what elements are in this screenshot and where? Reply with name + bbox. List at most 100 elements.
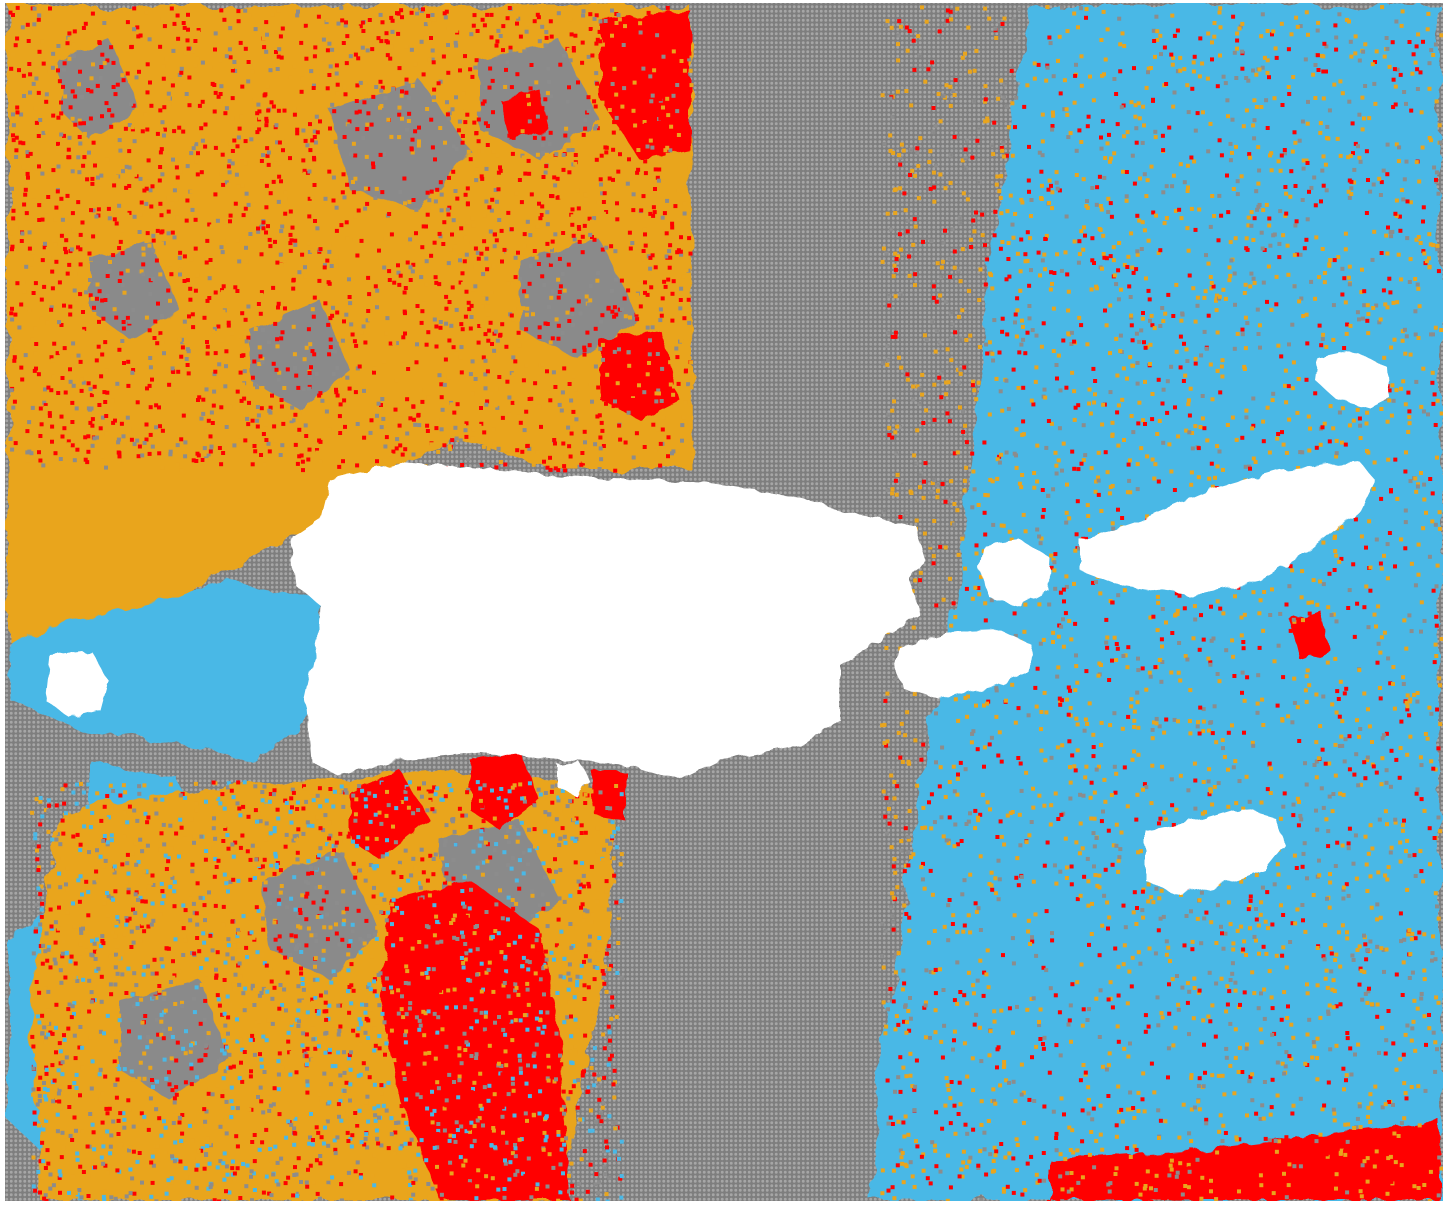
speckle-class-red (450, 438, 455, 443)
speckle-class-orange (164, 57, 169, 61)
speckle-class-orange (612, 66, 617, 71)
speckle-class-red (633, 40, 637, 45)
speckle-no-data (568, 977, 573, 982)
speckle-class-red (649, 285, 654, 290)
speckle-no-data (171, 157, 175, 162)
speckle-class-blue (416, 1152, 421, 1157)
speckle-class-red (338, 1024, 343, 1029)
speckle-class-orange (616, 941, 621, 945)
speckle-class-red (626, 288, 631, 293)
speckle-no-data (641, 66, 646, 71)
speckle-class-blue (516, 831, 521, 836)
speckle-no-data (362, 388, 366, 393)
speckle-no-data (162, 842, 167, 847)
speckle-no-data (531, 913, 536, 918)
speckle-class-red (152, 336, 157, 340)
speckle-class-orange (366, 1026, 371, 1031)
speckle-class-orange (223, 1089, 228, 1094)
speckle-no-data (95, 435, 99, 440)
speckle-class-orange (201, 295, 206, 300)
speckle-no-data (132, 27, 137, 32)
speckle-no-data (543, 810, 548, 815)
speckle-class-orange (159, 1019, 164, 1024)
speckle-class-red (178, 1159, 183, 1164)
speckle-class-red (197, 103, 202, 108)
speckle-class-blue (432, 903, 437, 908)
speckle-class-orange (334, 255, 339, 260)
speckle-no-data (459, 1124, 464, 1129)
speckle-class-red (408, 416, 413, 421)
speckle-no-data (403, 848, 408, 853)
speckle-class-red (238, 370, 243, 375)
speckle-class-orange (13, 345, 18, 350)
speckle-class-orange (502, 44, 507, 49)
speckle-no-data (604, 245, 609, 250)
speckle-class-red (31, 291, 36, 295)
speckle-class-red (21, 73, 26, 78)
speckle-no-data (513, 1172, 518, 1177)
speckle-class-red (594, 157, 599, 162)
speckle-class-orange (202, 94, 207, 99)
speckle-class-red (515, 925, 520, 930)
speckle-no-data (566, 971, 571, 976)
speckle-class-red (626, 387, 631, 392)
speckle-class-red (509, 227, 514, 232)
speckle-class-red (53, 451, 58, 456)
speckle-class-red (39, 297, 44, 302)
speckle-class-red (485, 143, 490, 147)
speckle-class-orange (492, 441, 497, 446)
speckle-no-data (596, 1191, 601, 1195)
speckle-class-red (376, 36, 381, 41)
speckle-class-red (676, 248, 681, 253)
speckle-no-data (411, 1192, 416, 1197)
speckle-class-red (304, 1032, 309, 1037)
speckle-class-orange (595, 849, 600, 854)
speckle-class-orange (321, 948, 326, 953)
speckle-class-orange (249, 209, 254, 214)
speckle-no-data (375, 288, 380, 293)
speckle-class-red (10, 244, 15, 249)
speckle-class-orange (47, 69, 52, 74)
speckle-no-data (558, 1162, 563, 1167)
speckle-class-orange (306, 926, 311, 931)
speckle-class-orange (469, 240, 474, 245)
speckle-class-orange (380, 434, 385, 439)
speckle-no-data (583, 117, 588, 122)
speckle-no-data (450, 107, 455, 112)
speckle-class-orange (463, 179, 468, 184)
speckle-no-data (269, 1193, 274, 1198)
speckle-no-data (473, 377, 478, 381)
speckle-class-orange (427, 893, 432, 898)
speckle-class-orange (317, 1092, 322, 1097)
speckle-class-red (166, 209, 171, 214)
speckle-class-red (327, 73, 332, 77)
speckle-class-orange (558, 809, 563, 814)
speckle-no-data (581, 873, 586, 878)
speckle-no-data (367, 934, 371, 939)
speckle-class-orange (178, 267, 183, 272)
speckle-class-orange (652, 68, 657, 73)
speckle-no-data (184, 92, 189, 96)
speckle-class-red (38, 406, 43, 411)
speckle-class-red (154, 403, 159, 408)
speckle-class-blue (316, 1009, 321, 1014)
speckle-no-data (113, 1196, 118, 1201)
speckle-class-orange (247, 13, 252, 18)
speckle-class-blue (130, 784, 134, 789)
speckle-no-data (451, 218, 456, 223)
speckle-class-red (114, 315, 119, 320)
speckle-no-data (357, 784, 362, 788)
speckle-no-data (194, 142, 199, 147)
speckle-class-red (592, 99, 597, 104)
speckle-no-data (31, 1087, 36, 1092)
speckle-class-blue (145, 795, 150, 800)
speckle-class-red (521, 991, 526, 996)
speckle-no-data (376, 401, 381, 406)
speckle-no-data (284, 832, 289, 837)
speckle-class-red (366, 309, 371, 313)
speckle-class-red (466, 1195, 471, 1200)
speckle-class-red (486, 124, 490, 128)
speckle-class-red (570, 1183, 575, 1188)
speckle-class-red (157, 451, 162, 456)
speckle-class-orange (309, 794, 313, 799)
